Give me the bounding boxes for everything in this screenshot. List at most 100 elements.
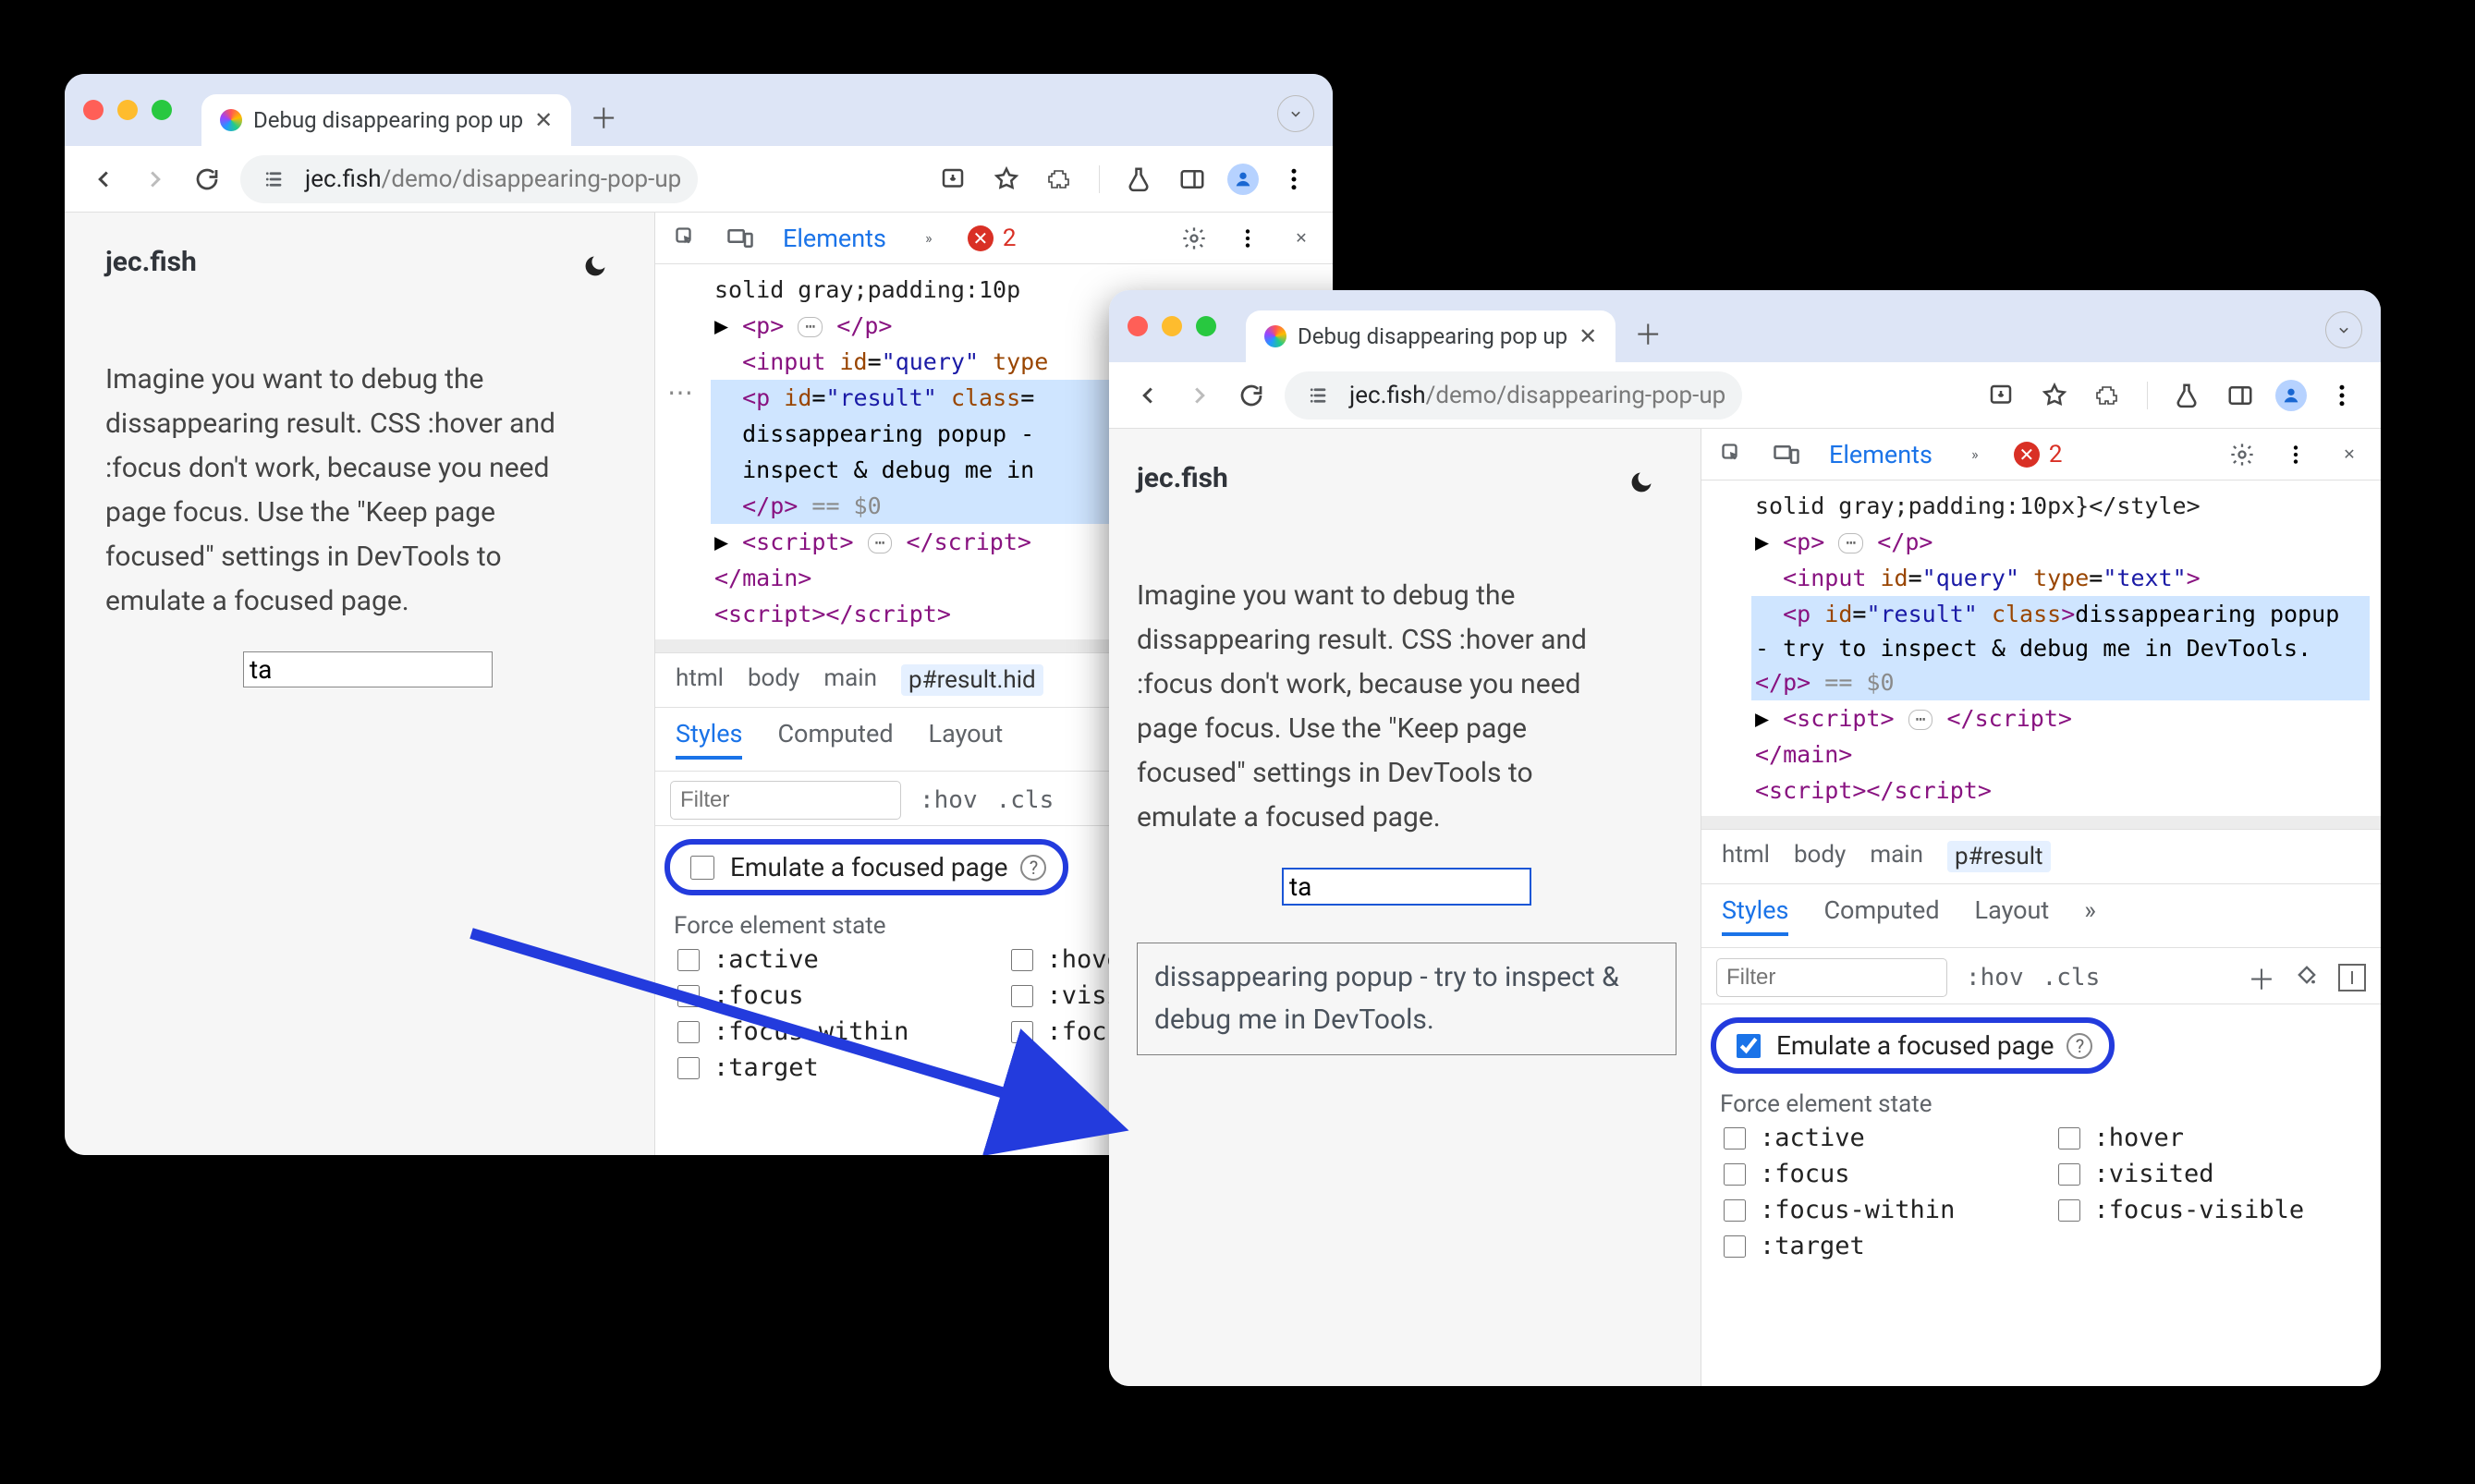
- side-panel-icon[interactable]: [1174, 161, 1211, 198]
- error-indicator[interactable]: ✕2: [968, 225, 1017, 252]
- experiments-icon[interactable]: [2168, 377, 2205, 414]
- browser-tab[interactable]: Debug disappearing pop up ✕: [201, 94, 571, 146]
- state-focus-visible[interactable]: :focus-visible: [2054, 1196, 2363, 1224]
- error-indicator[interactable]: ✕2: [2014, 441, 2063, 468]
- inspect-element-icon[interactable]: [1718, 440, 1748, 469]
- side-panel-icon[interactable]: [2222, 377, 2259, 414]
- maximize-window-button[interactable]: [1196, 316, 1216, 336]
- devtools-kebab-icon[interactable]: [2281, 440, 2310, 469]
- close-tab-icon[interactable]: ✕: [1579, 323, 1597, 349]
- inspect-element-icon[interactable]: [672, 224, 701, 253]
- tab-layout[interactable]: Layout: [929, 719, 1004, 760]
- toggle-panel-icon[interactable]: [2338, 964, 2366, 991]
- state-focus[interactable]: :focus: [674, 981, 981, 1010]
- kebab-menu-icon[interactable]: [2323, 377, 2360, 414]
- state-active[interactable]: :active: [674, 945, 981, 974]
- site-settings-icon[interactable]: [1301, 377, 1338, 414]
- site-settings-icon[interactable]: [257, 161, 294, 198]
- emulate-checkbox[interactable]: [1737, 1034, 1761, 1058]
- address-bar[interactable]: jec.fish/demo/disappearing-pop-up: [1285, 371, 1742, 420]
- address-bar[interactable]: jec.fish/demo/disappearing-pop-up: [240, 155, 698, 203]
- help-icon[interactable]: ?: [1020, 855, 1046, 881]
- back-button[interactable]: [85, 161, 122, 198]
- tabs-dropdown-icon[interactable]: [2325, 311, 2362, 348]
- styles-filter-input[interactable]: [1716, 958, 1947, 997]
- reload-button[interactable]: [189, 161, 226, 198]
- toggle-hov[interactable]: :hov: [1966, 964, 2024, 991]
- styles-filter-input[interactable]: [670, 781, 901, 820]
- breadcrumb[interactable]: html body main p#result: [1701, 829, 2381, 884]
- query-input[interactable]: [243, 651, 493, 687]
- dom-tree[interactable]: solid gray;padding:10px}</style> ▶ <p> ⋯…: [1701, 480, 2381, 816]
- tab-favicon: [220, 109, 242, 131]
- gear-icon[interactable]: [1179, 224, 1209, 253]
- emulate-focused-page-toggle[interactable]: Emulate a focused page ?: [1711, 1017, 2115, 1074]
- reload-button[interactable]: [1233, 377, 1270, 414]
- help-icon[interactable]: ?: [2067, 1033, 2092, 1059]
- styles-filter-row: :hov .cls ＋: [1701, 948, 2381, 1004]
- more-tabs-chevron-icon[interactable]: »: [2084, 895, 2096, 936]
- state-focus-within[interactable]: :focus-within: [1720, 1196, 2029, 1224]
- dark-mode-toggle[interactable]: [575, 246, 616, 286]
- toggle-cls[interactable]: .cls: [996, 786, 1055, 814]
- profile-avatar[interactable]: [2275, 380, 2307, 411]
- new-style-rule-icon[interactable]: ＋: [2248, 957, 2275, 998]
- close-devtools-icon[interactable]: ✕: [1286, 224, 1316, 253]
- tab-computed[interactable]: Computed: [777, 719, 893, 760]
- state-focus-within[interactable]: :focus-within: [674, 1017, 981, 1046]
- extensions-icon[interactable]: [1042, 161, 1079, 198]
- device-toolbar-icon[interactable]: [1772, 440, 1801, 469]
- install-app-icon[interactable]: [934, 161, 971, 198]
- toggle-hov[interactable]: :hov: [920, 786, 978, 814]
- forward-button[interactable]: [137, 161, 174, 198]
- devtools-tabbar: Elements » ✕2 ✕: [1701, 429, 2381, 480]
- gear-icon[interactable]: [2227, 440, 2257, 469]
- extensions-icon[interactable]: [2090, 377, 2127, 414]
- more-tabs-chevron-icon[interactable]: »: [914, 224, 944, 253]
- bookmark-icon[interactable]: [2036, 377, 2073, 414]
- new-tab-button[interactable]: ＋: [584, 97, 623, 136]
- tab-elements[interactable]: Elements: [1825, 431, 1936, 479]
- emulate-checkbox[interactable]: [690, 856, 714, 880]
- state-target[interactable]: :target: [1720, 1232, 2029, 1260]
- state-target[interactable]: :target: [674, 1053, 981, 1082]
- tab-strip: Debug disappearing pop up ✕ ＋: [65, 74, 1333, 146]
- profile-avatar[interactable]: [1227, 164, 1259, 195]
- tab-elements[interactable]: Elements: [779, 214, 890, 262]
- close-window-button[interactable]: [83, 100, 104, 120]
- device-toolbar-icon[interactable]: [725, 224, 755, 253]
- close-devtools-icon[interactable]: ✕: [2335, 440, 2364, 469]
- browser-tab[interactable]: Debug disappearing pop up ✕: [1246, 310, 1615, 362]
- back-button[interactable]: [1129, 377, 1166, 414]
- more-tabs-chevron-icon[interactable]: »: [1960, 440, 1990, 469]
- dom-row-menu-icon[interactable]: ⋯: [667, 377, 693, 407]
- tabs-dropdown-icon[interactable]: [1277, 95, 1314, 132]
- state-hover[interactable]: :hover: [2054, 1124, 2363, 1152]
- minimize-window-button[interactable]: [117, 100, 138, 120]
- experiments-icon[interactable]: [1120, 161, 1157, 198]
- paint-bucket-icon[interactable]: [2294, 962, 2320, 994]
- close-window-button[interactable]: [1128, 316, 1148, 336]
- maximize-window-button[interactable]: [152, 100, 172, 120]
- new-tab-button[interactable]: ＋: [1628, 313, 1667, 352]
- close-tab-icon[interactable]: ✕: [534, 107, 553, 133]
- bookmark-icon[interactable]: [988, 161, 1025, 198]
- install-app-icon[interactable]: [1982, 377, 2019, 414]
- state-visited[interactable]: :visited: [2054, 1160, 2363, 1188]
- kebab-menu-icon[interactable]: [1275, 161, 1312, 198]
- tab-styles[interactable]: Styles: [1722, 895, 1788, 936]
- url-text: jec.fish/demo/disappearing-pop-up: [1349, 382, 1725, 409]
- tab-computed[interactable]: Computed: [1823, 895, 1939, 936]
- state-active[interactable]: :active: [1720, 1124, 2029, 1152]
- tab-styles[interactable]: Styles: [676, 719, 742, 760]
- force-state-label: Force element state: [1701, 1087, 2381, 1122]
- toggle-cls[interactable]: .cls: [2042, 964, 2101, 991]
- devtools-kebab-icon[interactable]: [1233, 224, 1262, 253]
- tab-layout[interactable]: Layout: [1975, 895, 2050, 936]
- query-input[interactable]: [1282, 868, 1531, 906]
- state-focus[interactable]: :focus: [1720, 1160, 2029, 1188]
- minimize-window-button[interactable]: [1162, 316, 1182, 336]
- forward-button[interactable]: [1181, 377, 1218, 414]
- dark-mode-toggle[interactable]: [1621, 462, 1662, 503]
- emulate-focused-page-toggle[interactable]: Emulate a focused page ?: [664, 839, 1068, 895]
